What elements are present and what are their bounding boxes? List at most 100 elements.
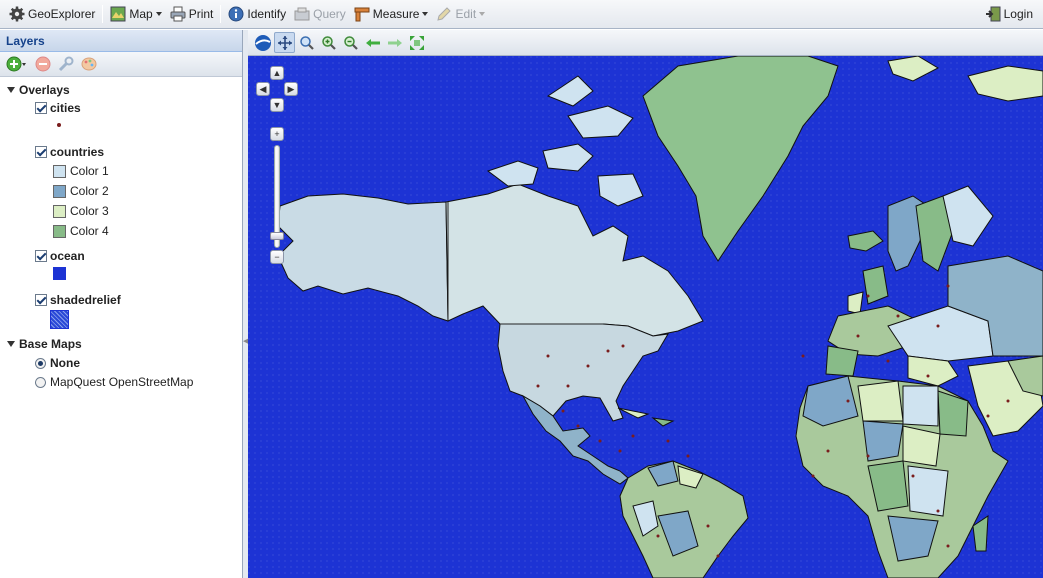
layer-checkbox[interactable] (35, 102, 47, 114)
wrench-icon[interactable] (58, 56, 74, 72)
palette-icon[interactable] (81, 56, 97, 72)
app-title-button[interactable]: GeoExplorer (5, 3, 99, 25)
map-menu-button[interactable]: Map (106, 3, 165, 25)
previous-extent-button[interactable] (362, 32, 383, 53)
pan-down-button[interactable]: ▼ (270, 98, 284, 112)
pan-arrows-icon (277, 35, 292, 50)
expand-arrow-icon[interactable] (7, 87, 15, 93)
base-map-radio[interactable] (35, 357, 46, 369)
layers-panel-title: Layers (0, 30, 242, 52)
arrow-right-icon (387, 38, 402, 47)
pan-button[interactable] (274, 32, 295, 53)
zoom-extent-button[interactable] (406, 32, 427, 53)
full-extent-icon (409, 35, 424, 50)
toolbar-divider (102, 5, 104, 23)
ruler-icon (354, 6, 370, 22)
legend-label: Color 4 (70, 224, 109, 238)
expand-arrow-icon[interactable] (7, 341, 15, 347)
shadedrelief-legend-symbol (50, 310, 69, 329)
zoom-in-icon (321, 35, 336, 50)
measure-label: Measure (372, 7, 420, 21)
zoom-out-button[interactable] (340, 32, 361, 53)
arrow-up-icon: ▲ (272, 67, 282, 78)
legend-item: Color 3 (53, 204, 109, 218)
layer-shadedrelief[interactable]: shadedrelief (35, 293, 121, 307)
layer-checkbox[interactable] (35, 294, 47, 306)
pencil-icon (436, 6, 452, 22)
plus-icon: + (274, 128, 280, 139)
pan-right-button[interactable]: ▶ (284, 82, 298, 96)
zoom-in-button[interactable] (318, 32, 339, 53)
measure-menu-button[interactable]: Measure (350, 3, 433, 25)
legend-swatch (53, 164, 66, 178)
base-map-radio[interactable] (35, 376, 46, 388)
toolbar-divider (220, 5, 222, 23)
map-icon (110, 6, 126, 22)
legend-label: Color 3 (70, 204, 109, 218)
world-map (248, 56, 1043, 578)
magnifier-icon (299, 35, 314, 50)
base-map-none[interactable]: None (35, 356, 80, 370)
chevron-down-icon (155, 12, 162, 16)
layer-name: ocean (50, 249, 85, 263)
gear-icon (9, 6, 25, 22)
layer-cities[interactable]: cities (35, 101, 81, 115)
main-toolbar: GeoExplorer Map Print Identify Query Mea… (0, 0, 1043, 29)
info-icon (228, 6, 244, 22)
legend-item: Color 4 (53, 224, 109, 238)
login-icon (985, 6, 1001, 22)
app-title: GeoExplorer (28, 7, 96, 21)
overlays-folder[interactable]: Overlays (7, 83, 70, 97)
query-button[interactable]: Query (290, 3, 350, 25)
legend-swatch (53, 204, 66, 218)
printer-icon (170, 6, 186, 22)
layer-checkbox[interactable] (35, 250, 47, 262)
layer-name: shadedrelief (50, 293, 121, 307)
legend-swatch (53, 184, 66, 198)
globe-icon (254, 34, 271, 51)
layers-panel: Layers Overlays cities countries Color 1 (0, 30, 243, 578)
base-map-name: None (50, 356, 80, 370)
chevron-down-icon (422, 12, 429, 16)
edit-menu-button[interactable]: Edit (432, 3, 489, 25)
cities-legend-symbol (57, 123, 61, 127)
query-label: Query (313, 7, 346, 21)
base-maps-label: Base Maps (19, 337, 82, 351)
layer-ocean[interactable]: ocean (35, 249, 85, 263)
map-menu-label: Map (129, 7, 153, 21)
legend-label: Color 2 (70, 184, 109, 198)
login-button[interactable]: Login (981, 3, 1037, 25)
zoom-out-map-button[interactable]: − (270, 250, 284, 264)
print-label: Print (188, 7, 214, 21)
remove-layer-icon[interactable] (35, 56, 51, 72)
base-maps-folder[interactable]: Base Maps (7, 337, 82, 351)
zoom-box-button[interactable] (296, 32, 317, 53)
pan-up-button[interactable]: ▲ (270, 66, 284, 80)
login-label: Login (1003, 7, 1033, 21)
arrow-down-icon: ▼ (272, 99, 282, 110)
layer-countries[interactable]: countries (35, 145, 104, 159)
arrow-left-icon: ◀ (259, 83, 267, 94)
identify-button[interactable]: Identify (224, 3, 290, 25)
ocean-legend-symbol (53, 267, 70, 280)
base-map-name: MapQuest OpenStreetMap (50, 375, 194, 389)
zoom-out-icon (343, 35, 358, 50)
legend-item: Color 2 (53, 184, 109, 198)
google-earth-button[interactable] (252, 32, 273, 53)
minus-icon: − (274, 251, 280, 262)
legend-label: Color 1 (70, 164, 109, 178)
print-button[interactable]: Print (166, 3, 218, 25)
add-layer-icon[interactable] (6, 56, 28, 72)
map-viewport[interactable] (248, 56, 1043, 578)
layer-name: cities (50, 101, 81, 115)
map-toolbar (248, 30, 1043, 56)
base-map-mapquest[interactable]: MapQuest OpenStreetMap (35, 375, 193, 389)
pan-left-button[interactable]: ◀ (256, 82, 270, 96)
layer-name: countries (50, 145, 105, 159)
zoom-slider-thumb[interactable] (270, 232, 284, 240)
edit-label: Edit (455, 7, 477, 21)
next-extent-button[interactable] (384, 32, 405, 53)
zoom-in-map-button[interactable]: + (270, 127, 284, 141)
layer-checkbox[interactable] (35, 146, 47, 158)
query-icon (294, 6, 310, 22)
